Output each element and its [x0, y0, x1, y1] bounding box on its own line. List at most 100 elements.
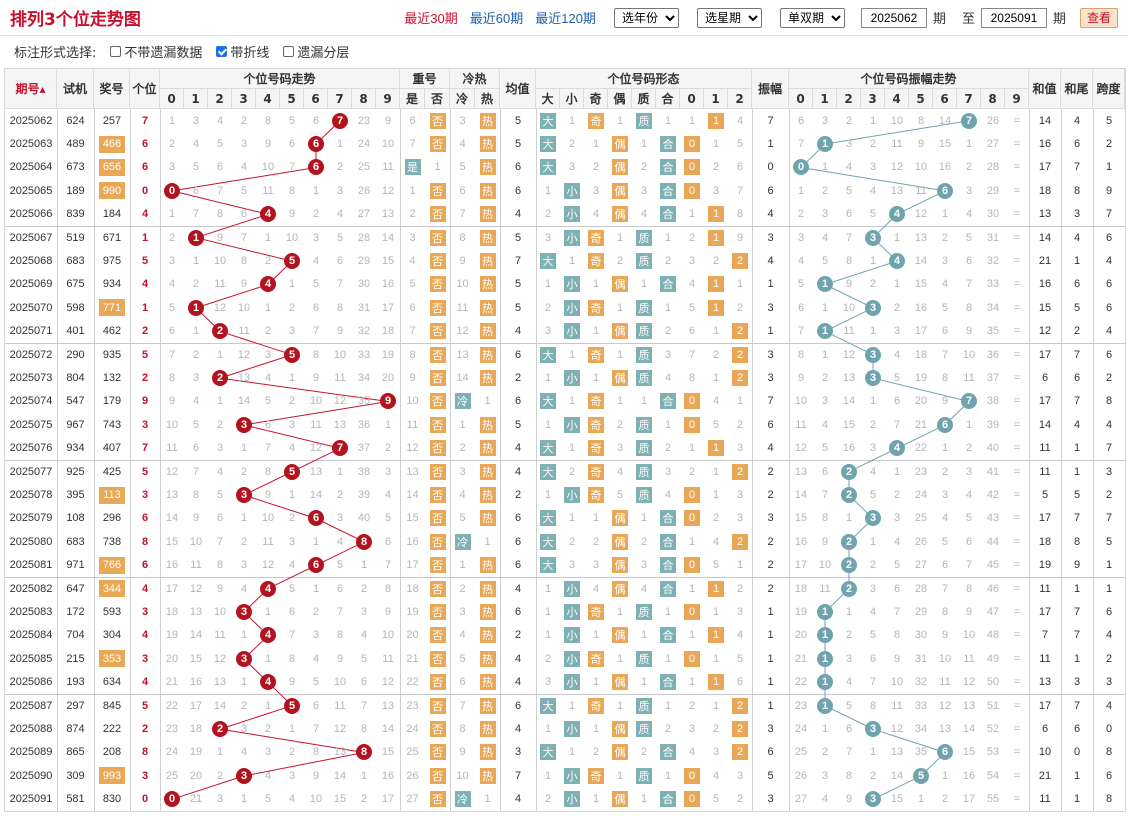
shape-miss: 9 — [736, 231, 744, 244]
amp-miss: 11 — [843, 325, 855, 338]
trend-miss: 9 — [168, 395, 176, 408]
shape-tag: 小 — [564, 370, 580, 387]
shape-miss: 1 — [592, 278, 600, 291]
repeat-miss: 4 — [409, 255, 416, 268]
amp-miss: = — [1013, 395, 1021, 408]
trend-miss: 24 — [165, 746, 179, 759]
trend-miss: 11 — [382, 161, 394, 174]
amp-hit: 4 — [885, 249, 909, 272]
amp-cell: 4 — [767, 255, 774, 268]
checkbox-no-miss[interactable] — [110, 45, 122, 57]
amp-miss: 19 — [794, 606, 808, 619]
trend-miss: 4 — [168, 278, 176, 291]
amp-hit: 3 — [861, 296, 885, 319]
repeat-cell: 否 — [425, 577, 450, 600]
trend-miss: 7 — [192, 465, 200, 478]
select-weekday[interactable]: 选星期 — [696, 7, 762, 28]
amp-miss: 26 — [914, 535, 928, 548]
hotcold-cell: 热 — [475, 437, 500, 460]
link-recent-60[interactable]: 最近60期 — [470, 8, 523, 27]
trend-miss: 12 — [381, 184, 395, 197]
hotcold-tag: 冷 — [454, 791, 471, 808]
shape-miss: 1 — [616, 769, 624, 782]
amp-miss: 14 — [890, 769, 904, 782]
trend-ball: 0 — [164, 791, 180, 808]
repeat-tag: 否 — [429, 112, 446, 129]
trend-miss: 5 — [360, 652, 368, 665]
shape-tag: 偶 — [612, 580, 628, 597]
shape-cell: 合 — [656, 554, 680, 577]
trend-miss: 10 — [309, 395, 323, 408]
from-period-input[interactable] — [860, 7, 927, 28]
trend-hit: 3 — [232, 483, 256, 506]
query-button[interactable]: 查看 — [1079, 7, 1118, 28]
ones-digit-cell: 3 — [141, 652, 149, 665]
select-year[interactable]: 选年份 — [613, 7, 679, 28]
header-amp-digit: 2 — [837, 89, 861, 109]
shape-tag: 2 — [732, 744, 748, 761]
shape-miss: 2 — [736, 793, 744, 806]
amp-miss: 3 — [797, 231, 805, 244]
shape-cell: 合 — [656, 179, 680, 202]
period-cell: 2025082 — [9, 582, 53, 595]
checkbox-line[interactable] — [216, 45, 228, 57]
amp-miss: = — [1013, 746, 1021, 759]
shape-miss: 1 — [736, 559, 744, 572]
shape-cell: 小 — [560, 717, 584, 740]
shape-miss: 2 — [616, 418, 624, 431]
shape-cell: 大 — [536, 741, 560, 764]
span-cell: 8 — [1105, 793, 1113, 806]
header-amp-digit: 1 — [813, 89, 837, 109]
shape-miss: 1 — [712, 699, 720, 712]
amp-miss: = — [1013, 372, 1021, 385]
repeat-cell: 否 — [425, 530, 450, 553]
amp-miss: 16 — [938, 161, 952, 174]
trend-miss: 8 — [336, 629, 344, 642]
hotcold-tag: 冷 — [454, 533, 471, 550]
amp-miss: 8 — [845, 255, 853, 268]
amp-miss: 10 — [914, 161, 928, 174]
select-odd-even[interactable]: 单双期 — [779, 7, 845, 28]
trend-hit: 3 — [232, 764, 256, 787]
shape-miss: 5 — [736, 652, 744, 665]
amp-miss: 36 — [986, 348, 1000, 361]
link-recent-120[interactable]: 最近120期 — [535, 8, 596, 27]
ones-digit-cell: 1 — [141, 301, 149, 314]
avg-cell: 4 — [514, 676, 522, 689]
shape-miss: 1 — [592, 629, 600, 642]
hotcold-cell: 热 — [475, 249, 500, 272]
amp-miss: 2 — [941, 793, 949, 806]
hotcold-cell: 热 — [475, 554, 500, 577]
trend-miss: 7 — [360, 699, 368, 712]
shape-cell: 合 — [656, 132, 680, 155]
period-cell: 2025086 — [9, 676, 53, 689]
trend-miss: 2 — [240, 465, 248, 478]
amp-hit: 6 — [933, 741, 957, 764]
shape-tag: 质 — [636, 323, 652, 340]
repeat-cell: 是 — [400, 156, 425, 179]
amp-miss: 33 — [914, 699, 928, 712]
amp-ball: 1 — [817, 136, 833, 153]
ones-digit-cell: 6 — [141, 512, 149, 525]
amp-miss: 6 — [869, 652, 877, 665]
ones-digit-cell: 6 — [141, 138, 149, 151]
trend-miss: 12 — [309, 442, 323, 455]
sumtail-cell: 7 — [1073, 395, 1081, 408]
trend-miss: 1 — [192, 255, 200, 268]
trend-hit: 7 — [328, 437, 352, 460]
trend-miss: 23 — [357, 114, 371, 127]
amp-miss: 6 — [893, 395, 901, 408]
repeat-tag: 否 — [429, 416, 446, 433]
trend-miss: 4 — [264, 372, 272, 385]
amp-miss: 5 — [821, 442, 829, 455]
repeat-tag: 否 — [429, 533, 446, 550]
span-cell: 2 — [1105, 489, 1113, 502]
trend-miss: 17 — [165, 582, 179, 595]
link-recent-30[interactable]: 最近30期 — [404, 8, 457, 27]
checkbox-layer[interactable] — [283, 45, 295, 57]
trend-miss: 10 — [285, 231, 299, 244]
amp-ball: 6 — [937, 416, 953, 433]
amp-miss: 49 — [986, 652, 1000, 665]
hotcold-tag: 热 — [479, 112, 496, 129]
to-period-input[interactable] — [980, 7, 1047, 28]
